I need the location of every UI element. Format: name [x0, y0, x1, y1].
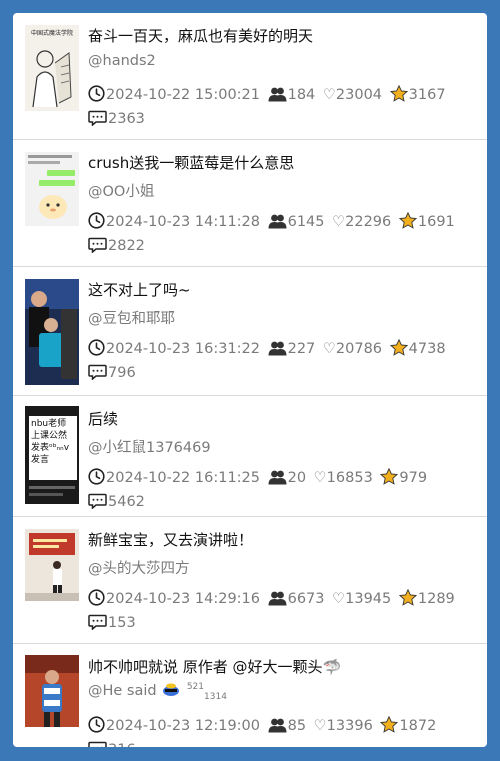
post-thumbnail[interactable]: 中国式魔法学院	[25, 25, 79, 111]
comment-icon	[88, 614, 107, 630]
comment-count: 2822	[108, 238, 145, 254]
like-count: 13945	[345, 591, 392, 607]
author-sub-number: 1314	[204, 691, 227, 702]
star-icon	[398, 212, 417, 229]
favorite-count: 1691	[417, 214, 455, 230]
post-time: 2024-10-22 15:00:21	[106, 87, 260, 103]
heart-icon: ♡	[322, 87, 336, 103]
post-author[interactable]: @小红鼠1376469	[88, 436, 211, 457]
post-thumbnail[interactable]	[25, 655, 79, 727]
star-icon	[380, 716, 399, 733]
comment-count: 316	[108, 742, 136, 747]
post-time: 2024-10-23 14:11:28	[106, 214, 260, 230]
post-author[interactable]: @头的大莎四方	[88, 557, 190, 578]
people-icon	[268, 717, 287, 733]
people-icon	[268, 469, 287, 485]
comment-icon	[88, 110, 107, 126]
favorite-count: 4738	[408, 341, 446, 357]
post-time: 2024-10-23 12:19:00	[106, 718, 260, 734]
like-count: 22296	[345, 214, 392, 230]
comment-icon	[88, 364, 107, 380]
people-icon	[268, 213, 287, 229]
like-count: 13396	[326, 718, 373, 734]
clock-icon	[88, 468, 105, 485]
post-meta: 2024-10-23 16:31:22 227 ♡20786 4738 796	[88, 337, 478, 385]
play-count: 6673	[287, 591, 325, 607]
heart-icon: ♡	[313, 470, 327, 486]
favorite-count: 1872	[399, 718, 437, 734]
post-thumbnail[interactable]	[25, 279, 79, 385]
author-name: @He said	[88, 683, 157, 699]
post-meta: 2024-10-22 15:00:21 184 ♡23004 3167 2363	[88, 83, 478, 131]
clock-icon	[88, 589, 105, 606]
post-title[interactable]: 奋斗一百天，麻瓜也有美好的明天	[88, 25, 313, 46]
heart-icon: ♡	[322, 341, 336, 357]
comment-count: 5462	[108, 494, 145, 510]
comment-count: 796	[108, 365, 136, 381]
post-title[interactable]: crush送我一颗蓝莓是什么意思	[88, 152, 294, 173]
post-card[interactable]: 中国式魔法学院 奋斗一百天，麻瓜也有美好的明天 @hands2 2024-10-…	[13, 13, 487, 140]
heart-icon: ♡	[332, 591, 346, 607]
post-author[interactable]: @豆包和耶耶	[88, 307, 175, 328]
people-icon	[268, 86, 287, 102]
like-count: 23004	[335, 87, 383, 103]
post-thumbnail[interactable]	[25, 152, 79, 226]
post-time: 2024-10-23 16:31:22	[106, 341, 260, 357]
post-meta: 2024-10-23 14:29:16 6673 ♡13945 1289 153	[88, 587, 478, 635]
play-count: 184	[287, 87, 316, 103]
comment-count: 153	[108, 615, 136, 631]
heart-icon: ♡	[313, 718, 327, 734]
clock-icon	[88, 212, 105, 229]
post-author[interactable]: @OO小姐	[88, 180, 154, 201]
post-title[interactable]: 新鲜宝宝，又去演讲啦！	[88, 529, 253, 550]
people-icon	[268, 590, 287, 606]
post-author[interactable]: @hands2	[88, 53, 156, 69]
post-title[interactable]: 帅不帅吧就说 原作者 @好大一颗头🦈	[88, 656, 341, 677]
post-meta: 2024-10-23 12:19:00 85 ♡13396 1872 316	[88, 714, 478, 747]
star-icon	[389, 339, 408, 356]
favorite-count: 1289	[417, 591, 455, 607]
star-icon	[398, 589, 417, 606]
post-card[interactable]: 新鲜宝宝，又去演讲啦！ @头的大莎四方 2024-10-23 14:29:16 …	[13, 517, 487, 644]
play-count: 227	[287, 341, 316, 357]
post-title[interactable]: 这不对上了吗~	[88, 279, 191, 300]
post-card[interactable]: 帅不帅吧就说 原作者 @好大一颗头🦈 @He said 5211314 2024…	[13, 644, 487, 747]
comment-icon	[88, 237, 107, 253]
emoji-icon	[161, 682, 181, 698]
post-meta: 2024-10-22 16:11:25 20 ♡16853 979 5462	[88, 466, 478, 514]
clock-icon	[88, 716, 105, 733]
post-meta: 2024-10-23 14:11:28 6145 ♡22296 1691 282…	[88, 210, 478, 258]
post-time: 2024-10-22 16:11:25	[106, 470, 260, 486]
comment-icon	[88, 741, 107, 747]
favorite-count: 979	[399, 470, 428, 486]
like-count: 20786	[335, 341, 383, 357]
star-icon	[380, 468, 399, 485]
favorite-count: 3167	[408, 87, 446, 103]
author-sup-number: 521	[186, 682, 205, 693]
post-card[interactable]: 这不对上了吗~ @豆包和耶耶 2024-10-23 16:31:22 227 ♡…	[13, 267, 487, 396]
post-thumbnail[interactable]: nbu老师 上课公然 发表ᵒᵇₙₙv 发言	[25, 406, 79, 504]
post-time: 2024-10-23 14:29:16	[106, 591, 260, 607]
comment-icon	[88, 493, 107, 509]
post-title[interactable]: 后续	[88, 408, 118, 429]
comment-count: 2363	[108, 111, 145, 127]
thumbnail-caption: nbu老师 上课公然 发表ᵒᵇₙₙv 发言	[31, 419, 70, 465]
people-icon	[268, 340, 287, 356]
post-card[interactable]: crush送我一颗蓝莓是什么意思 @OO小姐 2024-10-23 14:11:…	[13, 140, 487, 267]
like-count: 16853	[326, 470, 373, 486]
clock-icon	[88, 339, 105, 356]
heart-icon: ♡	[332, 214, 346, 230]
post-card[interactable]: nbu老师 上课公然 发表ᵒᵇₙₙv 发言 后续 @小红鼠1376469 202…	[13, 396, 487, 517]
thumbnail-caption: 中国式魔法学院	[30, 30, 73, 37]
play-count: 6145	[287, 214, 325, 230]
post-thumbnail[interactable]	[25, 529, 79, 601]
post-list: 中国式魔法学院 奋斗一百天，麻瓜也有美好的明天 @hands2 2024-10-…	[13, 13, 487, 747]
clock-icon	[88, 85, 105, 102]
play-count: 20	[287, 470, 307, 486]
play-count: 85	[287, 718, 307, 734]
star-icon	[389, 85, 408, 102]
post-author[interactable]: @He said 5211314	[88, 682, 227, 702]
